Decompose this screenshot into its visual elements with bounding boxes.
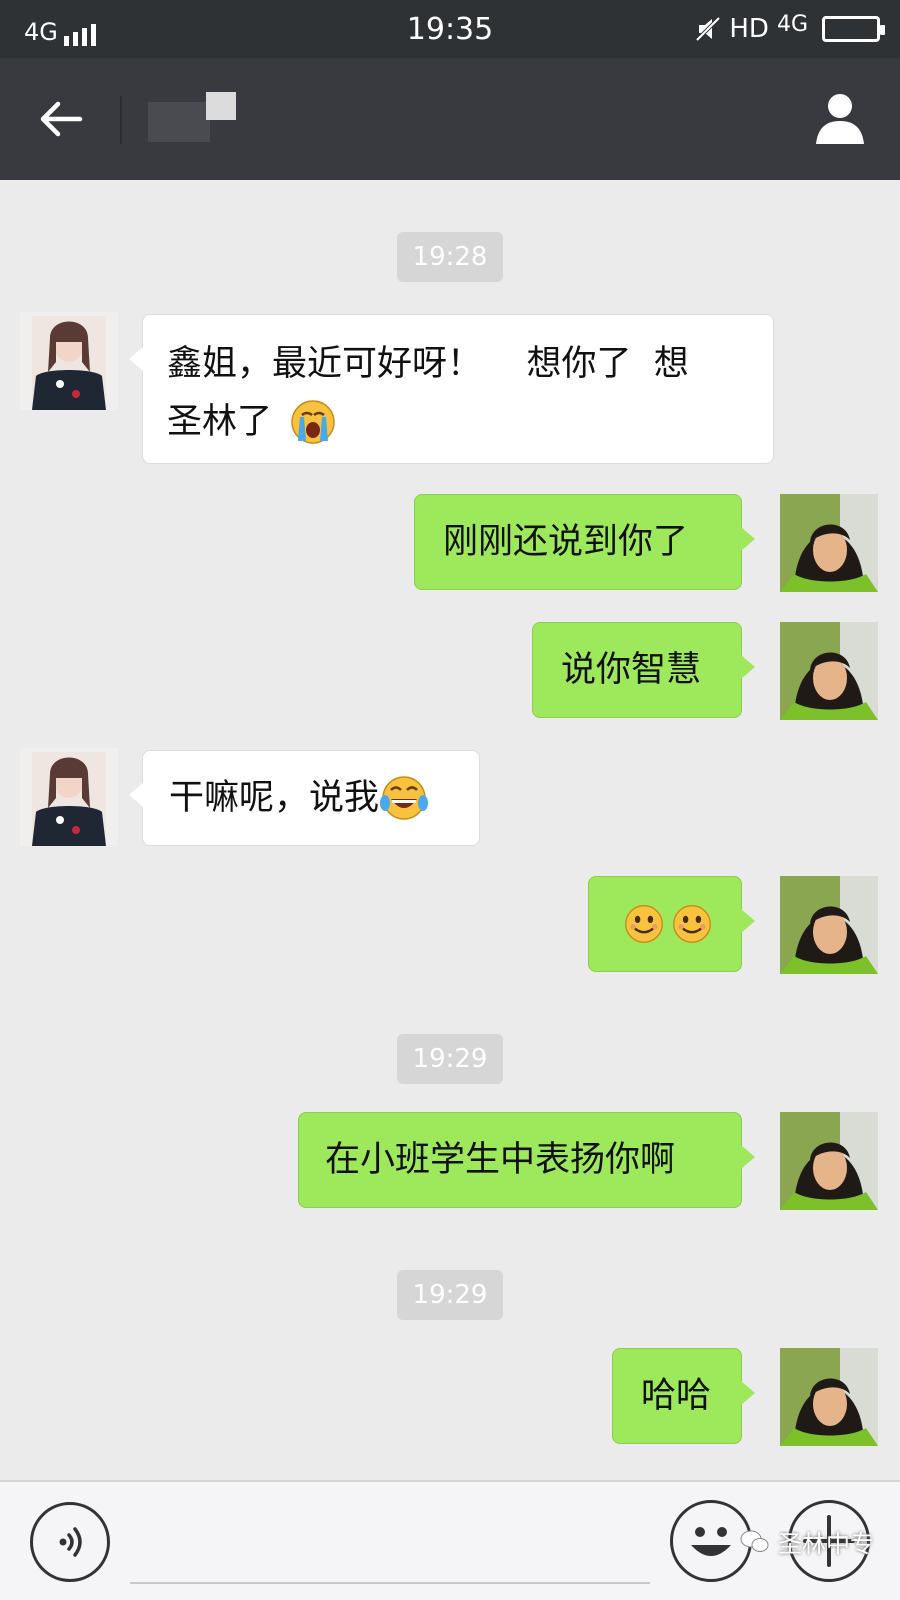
- incoming-message-bubble[interactable]: 鑫姐，最近可好呀！ 想你了 想 圣林了: [142, 314, 774, 464]
- back-arrow-icon[interactable]: [36, 94, 86, 144]
- timestamp: 19:29: [397, 1034, 503, 1084]
- outgoing-message-bubble[interactable]: 在小班学生中表扬你啊: [298, 1112, 742, 1208]
- message-text: 哈哈: [641, 1376, 711, 1416]
- message-input[interactable]: [130, 1582, 650, 1584]
- crying-face-icon: [290, 399, 336, 445]
- my-avatar[interactable]: [780, 622, 878, 720]
- message-text-line2: 圣林了: [167, 393, 272, 451]
- message-text: 干嘛呢，说我: [169, 769, 379, 827]
- status-icons: HD 4G: [695, 14, 880, 44]
- status-bar: 4G 19:35 HD 4G: [0, 0, 900, 58]
- my-avatar[interactable]: [780, 494, 878, 592]
- outgoing-message-bubble[interactable]: 说你智慧: [532, 622, 742, 718]
- timestamp: 19:29: [397, 1270, 503, 1320]
- my-avatar[interactable]: [780, 876, 878, 974]
- wechat-logo-icon: [740, 1529, 770, 1555]
- message-text: 鑫姐，最近可好呀！ 想你了 想: [167, 335, 749, 393]
- network-right-label: 4G: [777, 12, 808, 37]
- outgoing-message-bubble[interactable]: 刚刚还说到你了: [414, 494, 742, 590]
- chat-input-bar: 圣林中专: [0, 1480, 900, 1600]
- timestamp: 19:28: [397, 232, 503, 282]
- incoming-message-bubble[interactable]: 干嘛呢，说我: [142, 750, 480, 846]
- smiley-icon: [673, 1503, 749, 1579]
- outgoing-message-bubble[interactable]: [588, 876, 742, 972]
- my-avatar[interactable]: [780, 1112, 878, 1210]
- mute-icon: [695, 16, 721, 42]
- smiling-face-icon: [623, 901, 665, 947]
- tears-of-joy-face-icon: [379, 773, 429, 823]
- contact-profile-icon[interactable]: [810, 88, 870, 148]
- watermark-text: 圣林中专: [778, 1524, 874, 1559]
- message-text: 刚刚还说到你了: [443, 522, 688, 562]
- hd-label: HD: [729, 14, 769, 44]
- contact-avatar[interactable]: [20, 748, 118, 846]
- message-text: 说你智慧: [561, 650, 701, 690]
- header-divider: [120, 96, 122, 144]
- outgoing-message-bubble[interactable]: 哈哈: [612, 1348, 742, 1444]
- my-avatar[interactable]: [780, 1348, 878, 1446]
- watermark: 圣林中专: [740, 1524, 874, 1559]
- contact-avatar[interactable]: [20, 312, 118, 410]
- voice-wave-icon: [33, 1505, 107, 1579]
- contact-name-redacted: [148, 92, 238, 148]
- message-text: 在小班学生中表扬你啊: [325, 1140, 675, 1180]
- battery-icon: [822, 16, 880, 42]
- smiling-face-icon: [671, 901, 713, 947]
- voice-input-button[interactable]: [30, 1502, 110, 1582]
- chat-header: [0, 58, 900, 180]
